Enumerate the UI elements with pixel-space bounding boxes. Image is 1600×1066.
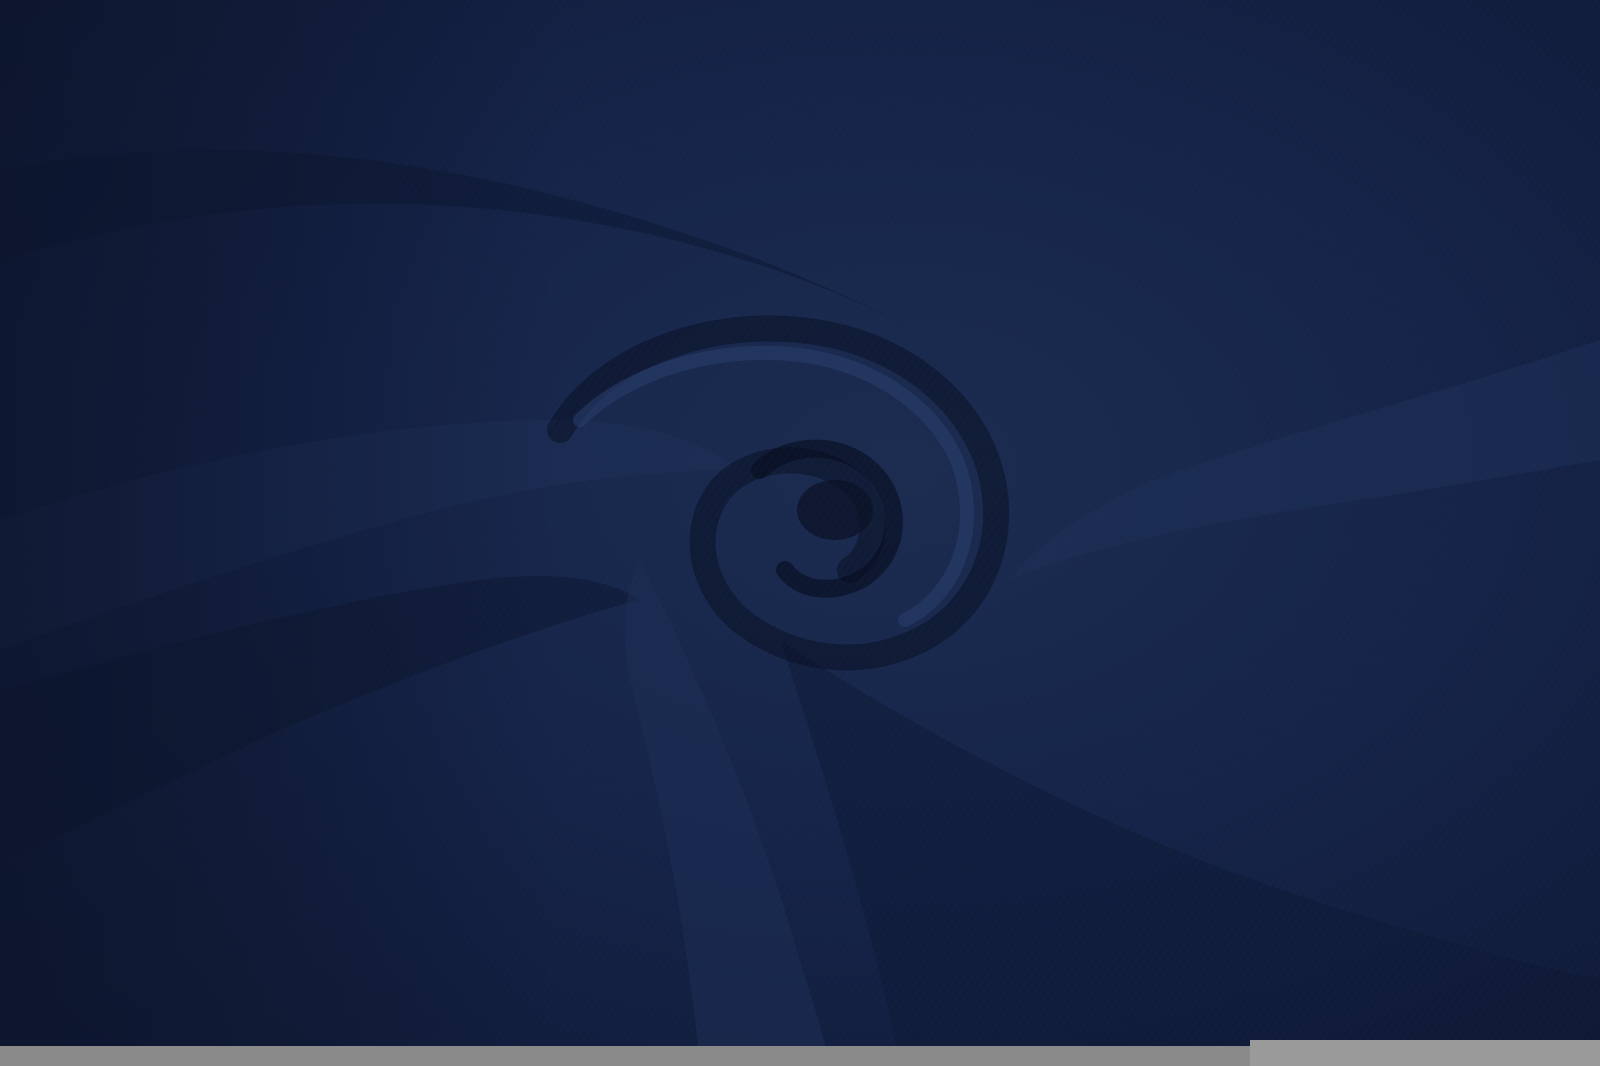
navy-fabric-swirl <box>0 0 1600 1066</box>
left-vignette <box>0 0 1600 1066</box>
bottom-gray-band-right <box>1250 1040 1600 1066</box>
photo-scene <box>0 0 1600 1066</box>
